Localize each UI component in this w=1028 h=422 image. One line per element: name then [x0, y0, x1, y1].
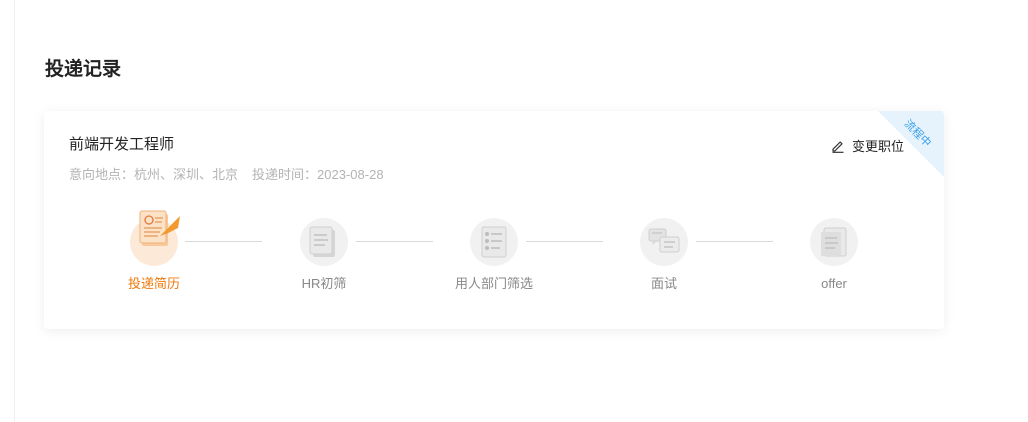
submit-time-value: 2023-08-28 [317, 167, 384, 182]
resume-submit-icon [130, 210, 180, 266]
step-connector [696, 241, 773, 242]
checklist-icon [470, 218, 518, 266]
page-title: 投递记录 [45, 59, 122, 80]
offer-icon [810, 218, 858, 266]
progress-steps: 投递简历 HR初筛 用人部门筛选 面试 offer [44, 204, 944, 304]
submit-time-label: 投递时间： [252, 167, 318, 182]
step-department-screening: 用人部门筛选 [434, 204, 554, 293]
step-hr-screening: HR初筛 [264, 204, 384, 293]
sidebar-divider [14, 0, 15, 422]
step-connector [185, 241, 262, 242]
edit-icon [831, 139, 845, 153]
step-label: 面试 [650, 276, 677, 291]
step-interview: 面试 [604, 204, 724, 293]
location-value: 杭州、深圳、北京 [134, 167, 239, 182]
step-offer: offer [774, 204, 894, 293]
page: 投递记录 流程中 前端开发工程师 变更职位 意向地点：杭州、深圳、北京 投递时间：… [0, 0, 1028, 422]
step-connector [526, 241, 603, 242]
application-meta: 意向地点：杭州、深圳、北京 投递时间：2023-08-28 [69, 166, 384, 184]
step-label: 投递简历 [127, 276, 180, 291]
step-connector [356, 241, 433, 242]
job-title: 前端开发工程师 [69, 136, 175, 153]
step-resume-submit: 投递简历 [94, 204, 214, 293]
location-label: 意向地点： [69, 167, 135, 182]
interview-icon [640, 218, 688, 266]
document-icon [300, 218, 348, 266]
change-position-label: 变更职位 [851, 139, 904, 154]
change-position-button[interactable]: 变更职位 [831, 136, 904, 155]
application-card: 流程中 前端开发工程师 变更职位 意向地点：杭州、深圳、北京 投递时间：2023-… [44, 111, 944, 329]
step-label: offer [821, 276, 847, 291]
step-label: HR初筛 [301, 276, 347, 291]
step-label: 用人部门筛选 [454, 276, 533, 291]
